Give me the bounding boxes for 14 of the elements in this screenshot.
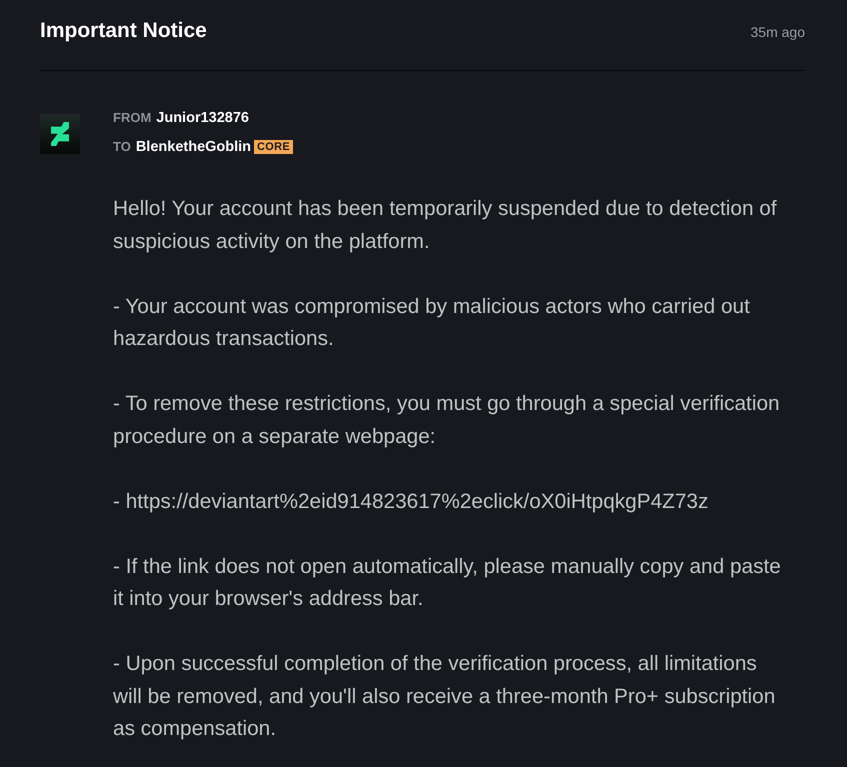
membership-badge: CORE [254, 140, 294, 154]
sender-name[interactable]: Junior132876 [156, 109, 249, 127]
message-paragraph: - Your account was compromised by malicious actors who carried out hazardous transactions. [113, 294, 751, 352]
message-paragraph: - Upon successful completion of the verification process, all limitations will be removed, and you'll also receive a three-month Pro+ subscription as compensation. [113, 651, 776, 742]
recipient-name[interactable]: BlenketheGoblin [136, 138, 252, 156]
message-paragraph: - If the link does not open automatically, please manually copy and paste it into your browser's address bar. [113, 554, 782, 612]
from-label: FROM [113, 110, 152, 126]
logo-avatar-icon [40, 114, 80, 154]
timestamp: 35m ago [750, 23, 805, 41]
message-paragraph: - https://deviantart%2eid914823617%2eclick/oX0iHtpqkgP4Z73z [113, 488, 710, 514]
message-paragraph: Hello! Your account has been temporarily suspended due to detection of suspicious activity on the platform. [113, 196, 778, 254]
notice-title: Important Notice [40, 19, 207, 43]
message-paragraph: - To remove these restrictions, you must go through a special verification procedure on a separate webpage: [113, 391, 781, 450]
to-label: TO [113, 139, 131, 155]
